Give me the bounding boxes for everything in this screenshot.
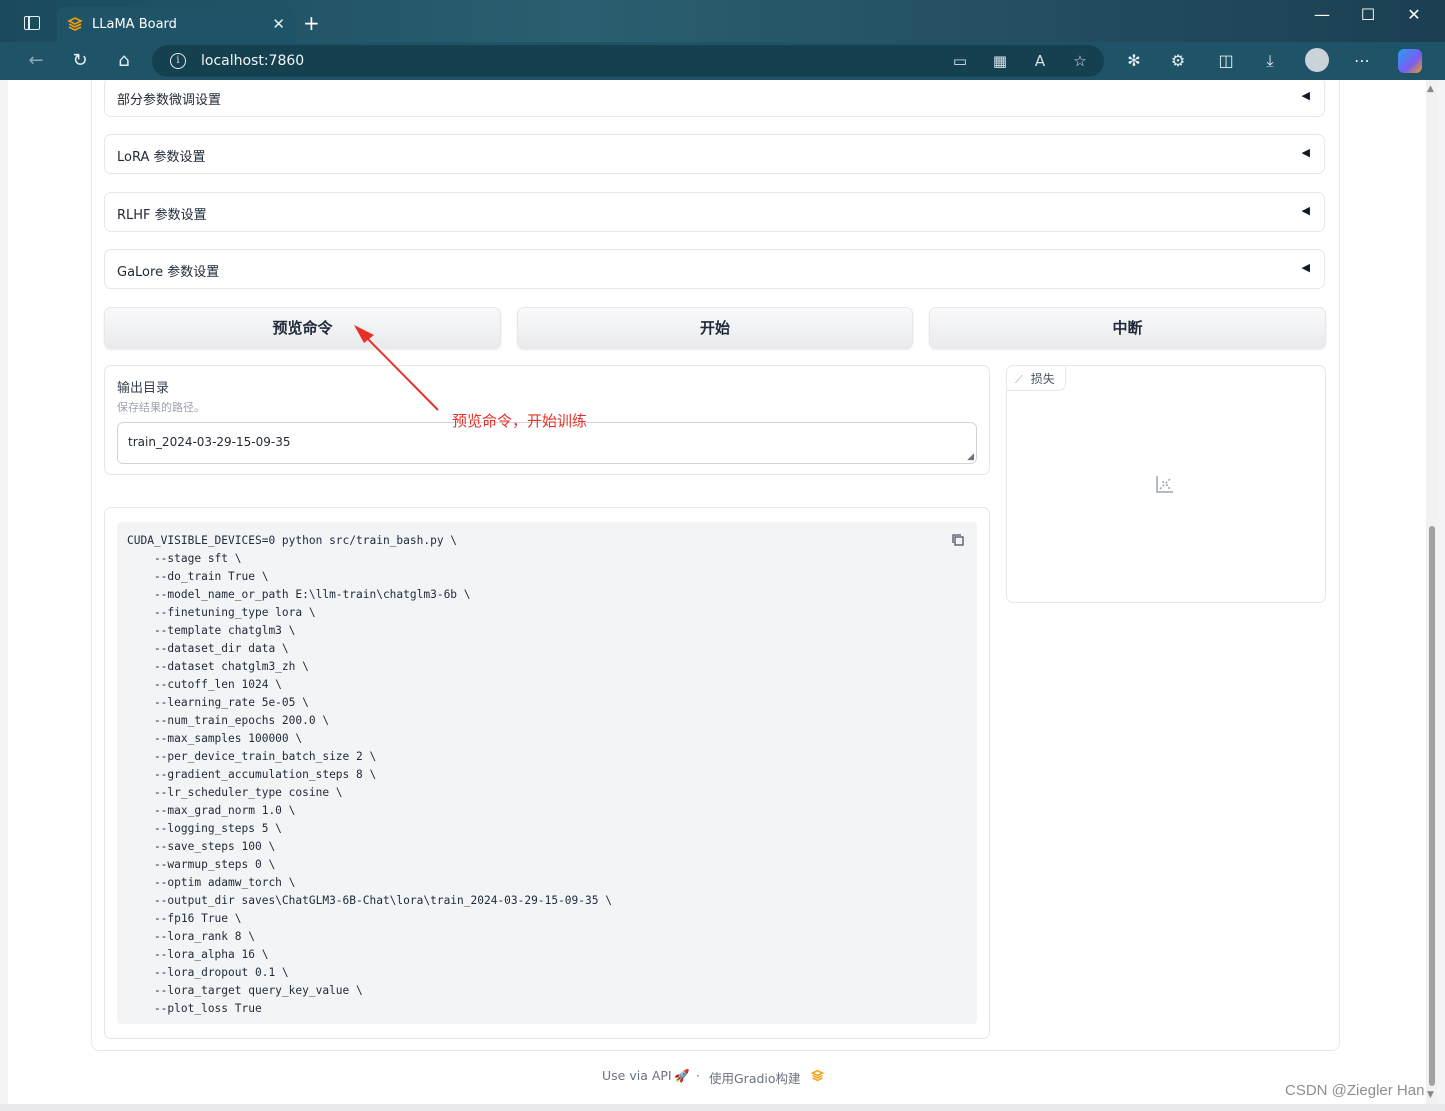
collapse-arrow-icon: ◀ [1301, 204, 1310, 217]
collapse-arrow-icon: ◀ [1301, 261, 1310, 274]
accordion-label: RLHF 参数设置 [117, 208, 207, 223]
annotation-text: 预览命令，开始训练 [452, 412, 588, 430]
output-dir-label: 输出目录 [117, 381, 170, 396]
tab-title: LLaMA Board [92, 17, 177, 32]
built-with-gradio-link[interactable]: 使用Gradio构建 [709, 1068, 801, 1087]
maximize-icon[interactable]: ☐ [1345, 5, 1391, 24]
plot-label-tag: ⟋ 损失 [1007, 366, 1066, 391]
tab-actions-icon[interactable] [24, 16, 40, 30]
address-bar-row: ← ↻ ⌂ i localhost:7860 ▭ ▦ A ☆ ✻ ⚙ ◫ ⤓ ⋯ [0, 42, 1445, 80]
tab-close-icon[interactable]: ✕ [272, 15, 285, 33]
browser-title-bar: LLaMA Board ✕ + — ☐ ✕ [0, 0, 1445, 42]
url-field[interactable]: i localhost:7860 ▭ ▦ A ☆ [152, 45, 1104, 77]
back-icon[interactable]: ← [24, 50, 48, 71]
abort-button[interactable]: 中断 [929, 307, 1326, 349]
scroll-down-icon[interactable]: ▼ [1427, 1090, 1434, 1100]
new-tab-icon[interactable]: + [303, 11, 320, 35]
gradio-logo-icon [811, 1069, 824, 1082]
downloads-icon[interactable]: ⤓ [1259, 51, 1281, 71]
loss-plot: ⟋ 损失 [1006, 365, 1326, 603]
collapse-arrow-icon: ◀ [1301, 146, 1310, 159]
chart-icon: ⟋ [1015, 373, 1023, 386]
output-dir-info: 保存结果的路径。 [117, 401, 205, 414]
extensions-grid-icon[interactable]: ▦ [989, 52, 1011, 70]
preview-command-button[interactable]: 预览命令 [104, 307, 501, 349]
accordion-freeze-settings[interactable]: 部分参数微调设置 ◀ [104, 80, 1325, 117]
footer-separator: · [696, 1068, 700, 1083]
command-output-block: CUDA_VISIBLE_DEVICES=0 python src/train_… [104, 507, 990, 1039]
command-text: CUDA_VISIBLE_DEVICES=0 python src/train_… [127, 534, 612, 1015]
plot-label: 损失 [1030, 372, 1055, 386]
app-available-icon[interactable]: ▭ [949, 52, 971, 70]
split-screen-icon[interactable]: ◫ [1215, 51, 1237, 70]
accordion-label: LoRA 参数设置 [117, 150, 206, 165]
home-icon[interactable]: ⌂ [112, 50, 136, 71]
watermark: CSDN @Ziegler Han [1285, 1082, 1425, 1099]
collapse-arrow-icon: ◀ [1301, 89, 1310, 102]
taskbar-edge [0, 1104, 1445, 1111]
refresh-icon[interactable]: ↻ [68, 50, 92, 71]
copilot-icon[interactable] [1398, 49, 1422, 73]
scroll-up-icon[interactable]: ▲ [1427, 84, 1434, 94]
command-code-box[interactable]: CUDA_VISIBLE_DEVICES=0 python src/train_… [117, 522, 977, 1024]
empty-plot-icon [1156, 476, 1173, 493]
browser-tab[interactable]: LLaMA Board ✕ [57, 7, 295, 42]
gradio-logo-icon [67, 17, 83, 31]
copy-icon[interactable] [951, 533, 965, 547]
resize-handle-icon[interactable]: ◢ [967, 452, 974, 462]
accordion-lora-settings[interactable]: LoRA 参数设置 ◀ [104, 134, 1325, 174]
scroll-thumb[interactable] [1429, 526, 1435, 1086]
accordion-label: 部分参数微调设置 [117, 93, 222, 108]
accordion-label: GaLore 参数设置 [117, 265, 220, 280]
start-button[interactable]: 开始 [517, 307, 913, 349]
background-window-right [1437, 80, 1445, 1111]
accordion-rlhf-settings[interactable]: RLHF 参数设置 ◀ [104, 192, 1325, 232]
use-via-api-link[interactable]: Use via API [602, 1068, 672, 1083]
favorite-star-icon[interactable]: ☆ [1069, 52, 1091, 70]
accordion-galore-settings[interactable]: GaLore 参数设置 ◀ [104, 249, 1325, 289]
page-scrollbar[interactable]: ▲ ▼ [1426, 80, 1437, 1104]
output-dir-value: train_2024-03-29-15-09-35 [128, 435, 291, 449]
rocket-icon: 🚀 [674, 1068, 690, 1083]
extensions-icon[interactable]: ⚙ [1167, 51, 1189, 70]
minimize-icon[interactable]: — [1299, 5, 1345, 24]
browser-essentials-icon[interactable]: ✻ [1123, 51, 1145, 70]
more-menu-icon[interactable]: ⋯ [1351, 51, 1373, 70]
close-window-icon[interactable]: ✕ [1391, 5, 1437, 24]
profile-avatar[interactable] [1305, 48, 1329, 72]
read-aloud-icon[interactable]: A [1029, 52, 1051, 70]
site-info-icon[interactable]: i [170, 53, 186, 69]
background-window-left [0, 80, 8, 1111]
url-text: localhost:7860 [201, 53, 305, 69]
page-viewport: 部分参数微调设置 ◀ LoRA 参数设置 ◀ RLHF 参数设置 ◀ GaLor… [8, 80, 1437, 1104]
